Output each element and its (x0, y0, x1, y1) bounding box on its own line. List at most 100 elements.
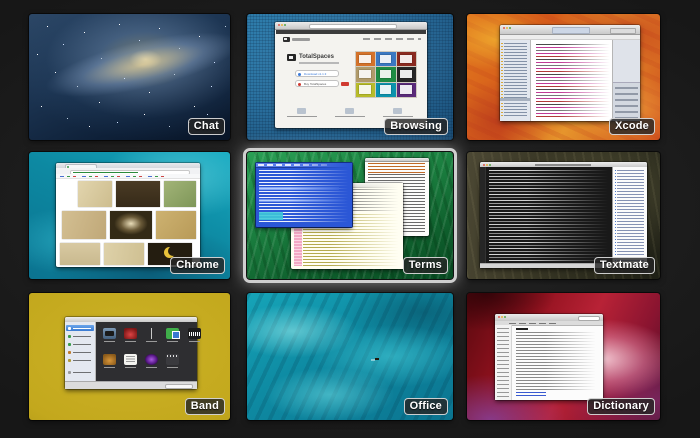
space-tile-band[interactable]: Band (29, 293, 230, 420)
podcast-icon (145, 354, 158, 365)
piano-icon (103, 328, 116, 339)
image-thumbnail (116, 181, 160, 207)
library-panel (613, 82, 640, 121)
toolbar-buttons (610, 28, 636, 34)
screenshot-cell (376, 83, 395, 97)
window-titlebar (275, 22, 427, 30)
space-label: Dictionary (587, 398, 655, 415)
keyboard-collection-icon (188, 328, 201, 339)
screenshot-cell (397, 83, 416, 97)
code-editor (531, 40, 613, 121)
feature-column (333, 108, 367, 120)
navigator-sidebar (500, 40, 531, 121)
image-thumbnail (104, 243, 144, 265)
space-tile-dictionary[interactable]: Dictionary (467, 293, 660, 420)
dictionary-window[interactable] (495, 314, 603, 400)
screenshot-cell (356, 52, 375, 66)
space-tile-browsing[interactable]: TotalSpaces Download v1.1.3 Buy TotalSpa… (247, 14, 453, 140)
instrument-grid (96, 322, 197, 382)
movie-icon (166, 354, 179, 365)
dark-code-editor (480, 167, 613, 264)
word-list-lines (497, 328, 509, 397)
code-lines (536, 44, 611, 118)
code-lines (489, 170, 611, 262)
electric-guitar-icon (124, 328, 137, 339)
project-type-sidebar (65, 322, 96, 382)
site-nav-links (363, 38, 421, 40)
address-bar (309, 24, 397, 29)
space-label: Textmate (594, 257, 655, 274)
totalspaces-app-icon (287, 54, 296, 61)
headword (516, 328, 528, 330)
safari-window[interactable]: TotalSpaces Download v1.1.3 Buy TotalSpa… (275, 22, 427, 128)
utilities-panel (612, 40, 640, 121)
dialog-footer (65, 381, 197, 389)
space-label: Band (185, 398, 225, 415)
image-thumbnail (62, 211, 106, 239)
price-badge (341, 82, 349, 86)
spaces-overview: Chat TotalSpaces Download v1.1.3 Buy Tot… (0, 0, 700, 438)
selected-file-row (500, 98, 530, 101)
screenshot-cell (397, 67, 416, 81)
highlighted-row (259, 187, 339, 190)
file-tree-lines (617, 170, 644, 261)
space-label: Browsing (384, 118, 448, 135)
sidebar-item-lesson-store (66, 341, 94, 347)
space-tile-xcode[interactable]: Xcode (467, 14, 660, 140)
space-tile-terms[interactable]: Terms (247, 152, 453, 279)
space-label: Terms (403, 257, 448, 274)
sidebar-item-magic-garageband (66, 349, 94, 355)
link-lines (516, 392, 546, 396)
space-tile-office[interactable]: Office (247, 293, 453, 420)
sidebar-item-learn-to-play (66, 333, 94, 339)
image-thumbnail (78, 181, 112, 207)
space-tile-chrome[interactable]: Chrome (29, 152, 230, 279)
image-thumbnail (60, 243, 100, 265)
space-label: Chat (188, 118, 225, 135)
file-browser-sidebar (612, 167, 647, 264)
word-list-column (495, 325, 512, 400)
screenshot-cell (397, 52, 416, 66)
screenshot-grid (355, 51, 417, 98)
screenshot-cell (356, 67, 375, 81)
terminal-text-lines (259, 170, 348, 223)
sidebar-item-new-project (66, 325, 94, 331)
loops-icon (166, 328, 179, 339)
boat-speck (375, 358, 379, 360)
image-thumbnail (164, 181, 196, 207)
download-button: Download v1.1.3 (295, 70, 339, 77)
site-logo-text (292, 38, 310, 41)
voice-icon (145, 328, 158, 339)
bookmarks-bar (56, 174, 200, 179)
space-label: Xcode (609, 118, 655, 135)
terminal-menu-strip (256, 163, 352, 168)
xcode-window[interactable] (500, 25, 640, 121)
screenshot-cell (356, 83, 375, 97)
space-tile-textmate[interactable]: Textmate (467, 152, 660, 279)
window-title-text (535, 164, 591, 166)
buy-button: Buy TotalSpaces (295, 80, 339, 87)
terminal-output-lines (368, 163, 425, 173)
screenshot-cell (376, 52, 395, 66)
space-label: Chrome (170, 257, 225, 274)
sidebar-item-ringtone (66, 357, 94, 363)
chrome-window[interactable] (56, 163, 200, 267)
totalspaces-logo-icon (283, 37, 290, 42)
garageband-window[interactable] (65, 317, 197, 389)
terminal-window-blue[interactable] (256, 163, 352, 227)
window-titlebar (365, 158, 429, 162)
highlighted-row (259, 199, 345, 202)
page-title: TotalSpaces (299, 54, 334, 61)
space-tile-chat[interactable]: Chat (29, 14, 230, 140)
file-list-lines (504, 43, 527, 118)
feature-column (285, 108, 319, 120)
stars-decoration (29, 14, 30, 15)
image-thumbnail (110, 211, 152, 239)
page-banner (276, 30, 426, 34)
activity-viewer (552, 27, 590, 34)
songwriting-icon (124, 354, 137, 365)
selection-block (259, 212, 283, 220)
definition-lines (516, 332, 599, 390)
textmate-window[interactable] (480, 162, 647, 268)
space-label: Office (404, 398, 448, 415)
